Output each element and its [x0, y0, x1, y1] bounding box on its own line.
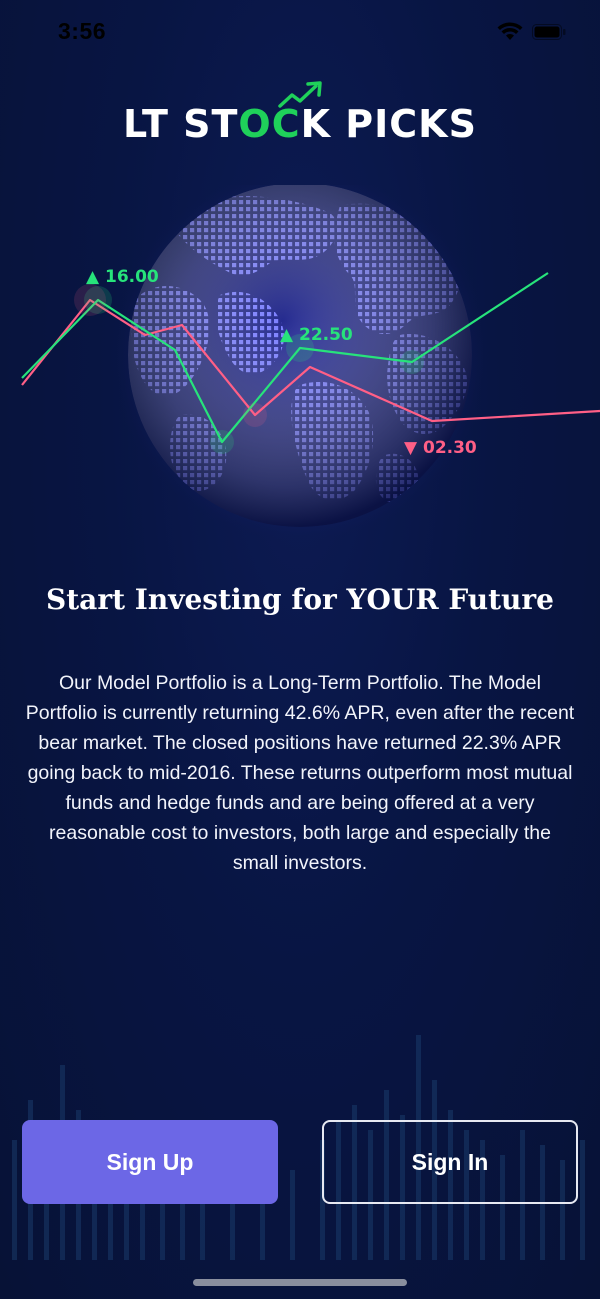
battery-icon: [532, 24, 566, 40]
logo-text-part3: K PICKS: [300, 102, 477, 146]
price-label-up-1: ▲ 16.00: [86, 267, 159, 287]
welcome-screen: 3:56 LT STOCK PICKS ▲ 16.00 ▲ 22.50 ▼ 02…: [0, 0, 600, 1299]
logo-text-part1: LT ST: [123, 102, 239, 146]
wifi-icon: [497, 22, 523, 40]
sign-up-button[interactable]: Sign Up: [22, 1120, 278, 1204]
globe-chart-graphic: [21, 165, 600, 545]
app-logo: LT STOCK PICKS: [0, 80, 600, 160]
status-time: 3:56: [58, 18, 107, 44]
price-label-up-2: ▲ 22.50: [280, 325, 353, 345]
sign-in-button[interactable]: Sign In: [322, 1120, 578, 1204]
description-text: Our Model Portfolio is a Long-Term Portf…: [25, 672, 575, 874]
hero-illustration: ▲ 16.00 ▲ 22.50 ▼ 02.30: [0, 165, 600, 545]
status-bar: 3:56: [0, 0, 600, 66]
home-indicator[interactable]: [193, 1279, 407, 1286]
logo-text-accent: OC: [238, 102, 301, 146]
headline: Start Investing for YOUR Future: [46, 583, 554, 616]
logo-text: LT STOCK PICKS: [0, 102, 600, 146]
price-label-down: ▼ 02.30: [404, 438, 477, 458]
